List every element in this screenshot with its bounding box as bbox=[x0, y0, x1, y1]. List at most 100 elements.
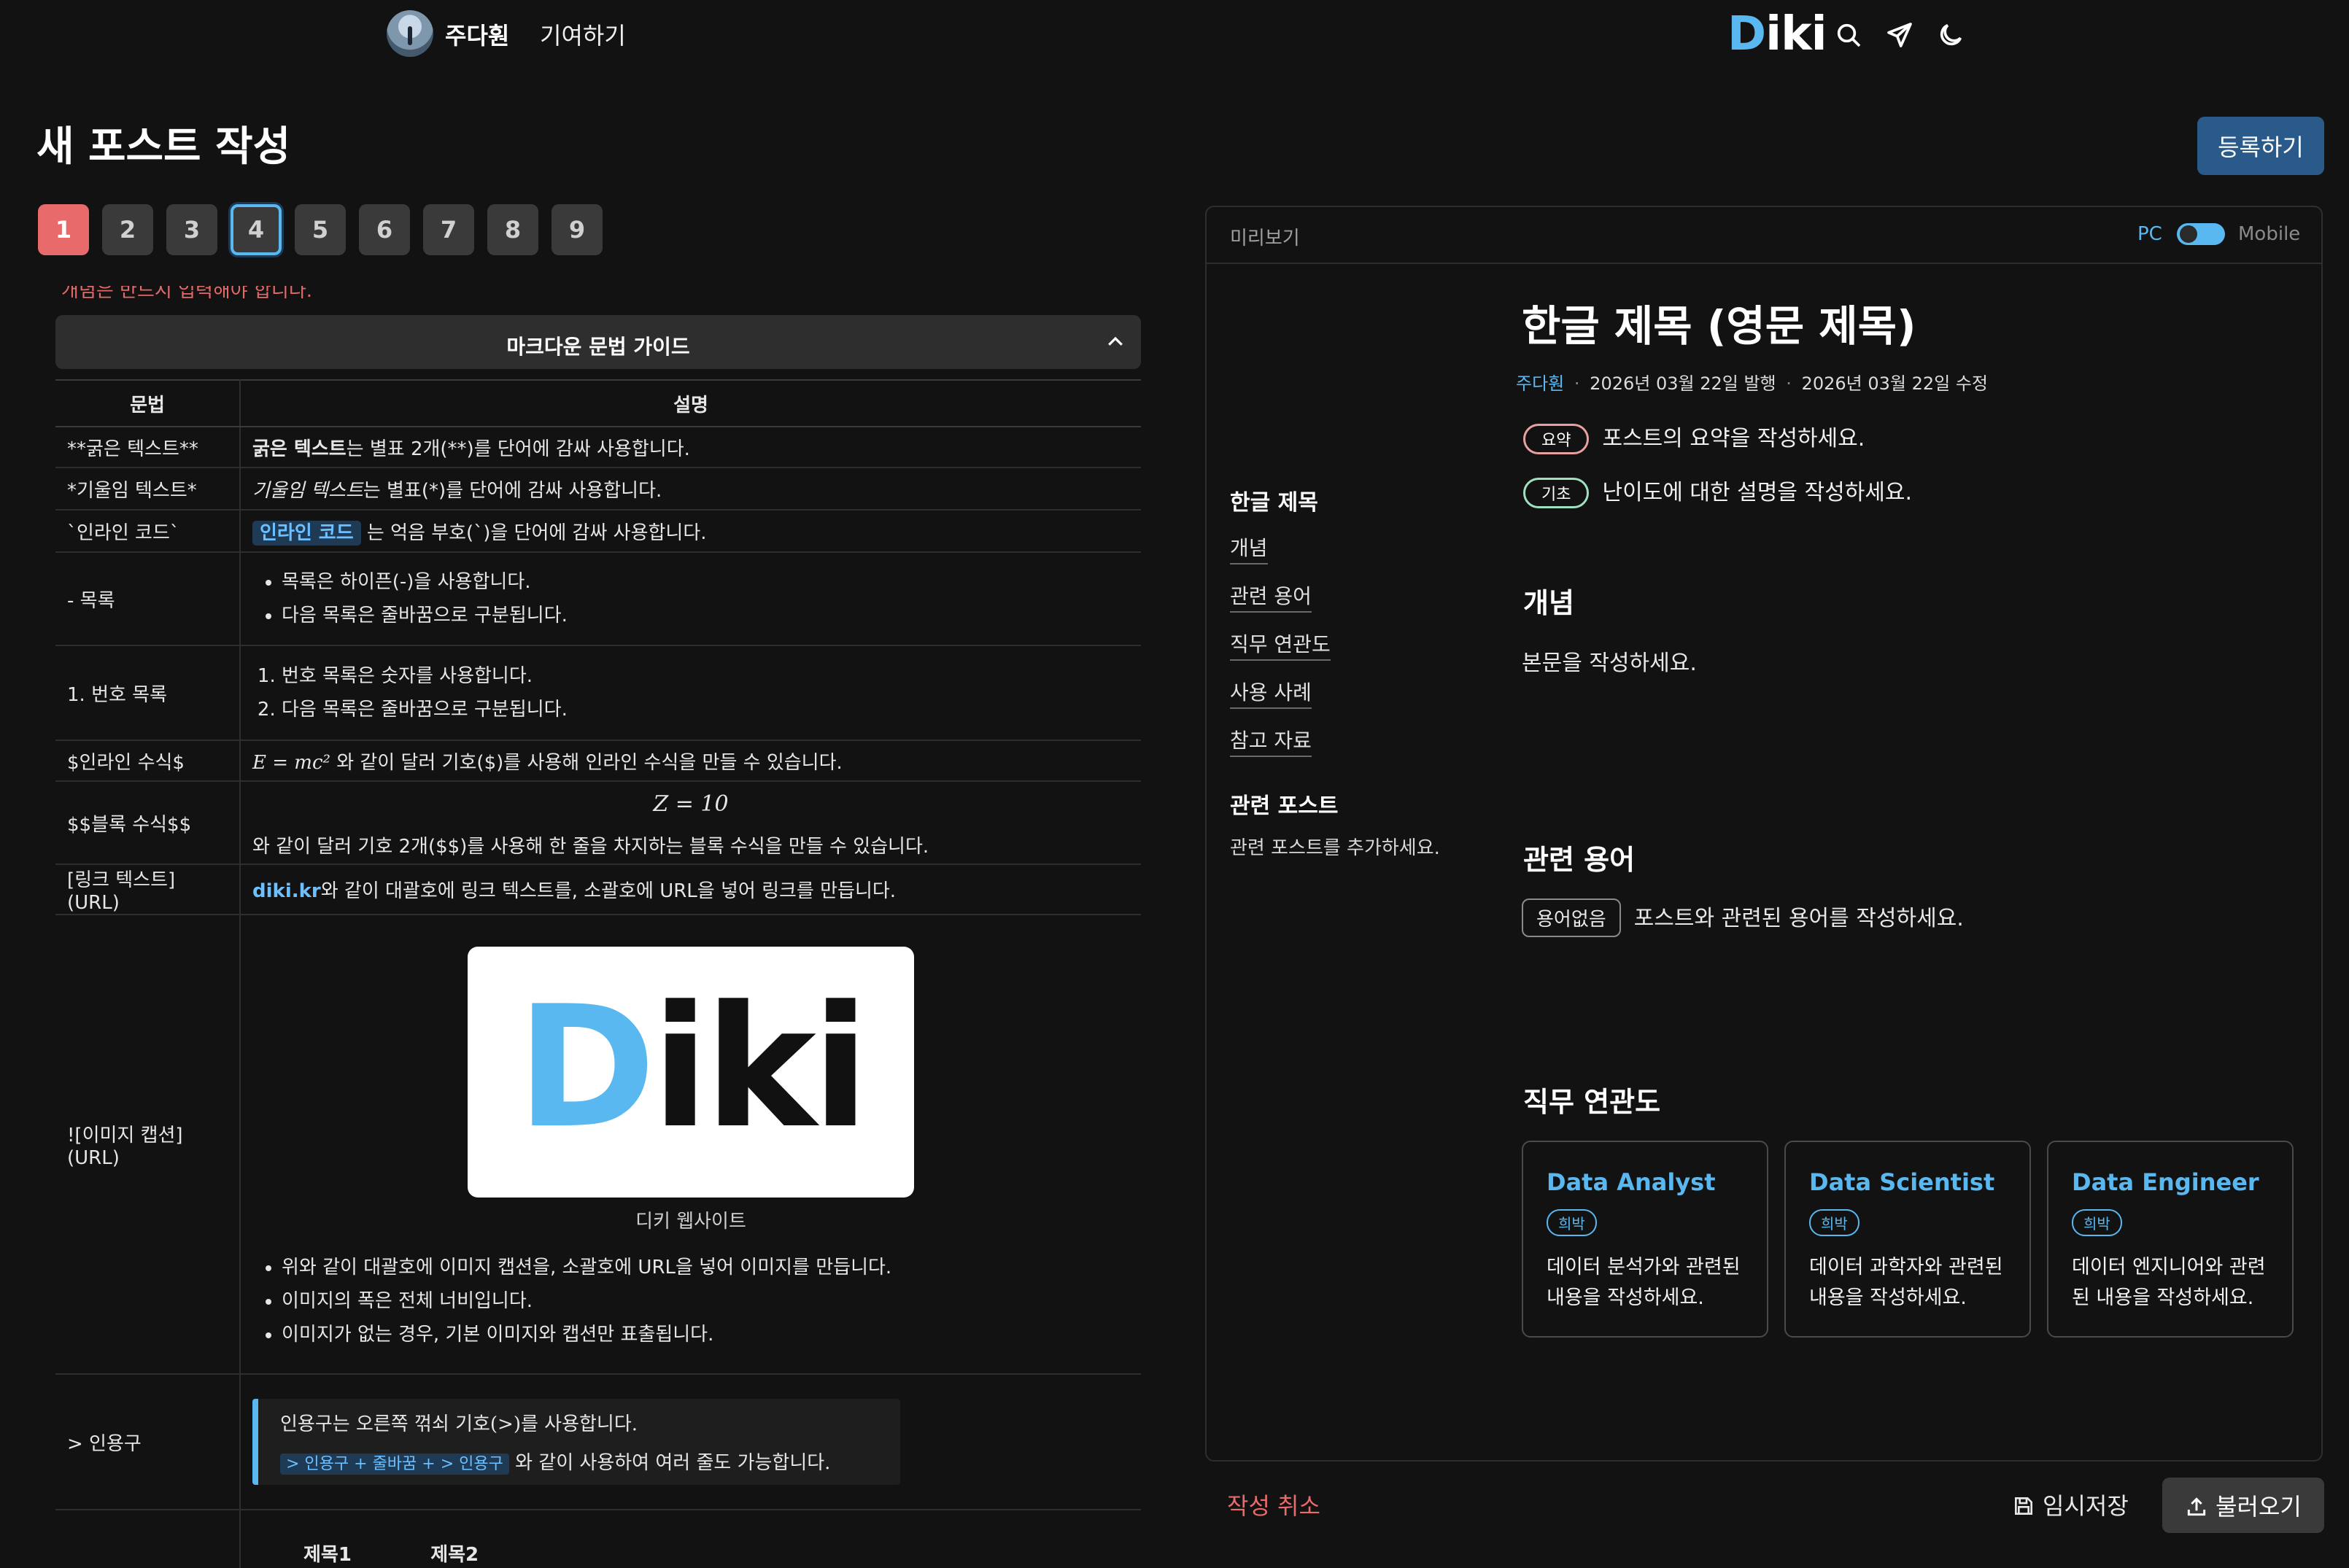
desc-cell: 기울임 텍스트는 별표(*)를 단어에 감싸 사용합니다. bbox=[240, 467, 1141, 511]
job-level-badge: 희박 bbox=[2072, 1209, 2122, 1236]
italic-example: 기울임 텍스트 bbox=[252, 479, 363, 502]
post-modified: 2026년 03월 22일 수정 bbox=[1801, 373, 1988, 394]
job-title: Data Engineer bbox=[2072, 1168, 2259, 1196]
related-posts-heading: 관련 포스트 bbox=[1230, 793, 1339, 819]
desc-text: 는 별표(*)를 단어에 감싸 사용합니다. bbox=[363, 479, 662, 502]
step-3[interactable]: 3 bbox=[166, 204, 217, 255]
job-title: Data Analyst bbox=[1547, 1168, 1716, 1196]
jobs-heading: 직무 연관도 bbox=[1523, 1086, 1661, 1118]
table-example-header: 제목2 bbox=[430, 1544, 479, 1566]
desc-cell: E = mc² 와 같이 달러 기호($)를 사용해 인라인 수식을 만들 수 … bbox=[240, 740, 1141, 782]
syntax-cell: [링크 텍스트](URL) bbox=[55, 864, 241, 915]
syntax-cell: ![이미지 캡션](URL) bbox=[55, 915, 241, 1375]
terms-heading: 관련 용어 bbox=[1523, 844, 1636, 876]
col-desc: 설명 bbox=[240, 379, 1141, 427]
draft-save-label: 임시저장 bbox=[2043, 1492, 2129, 1520]
image-caption: 디키 웹사이트 bbox=[635, 1210, 746, 1233]
job-desc: 데이터 과학자와 관련된 내용을 작성하세요. bbox=[1809, 1256, 2003, 1309]
summary-row: 요약 포스트의 요약을 작성하세요. bbox=[1523, 420, 1865, 454]
quote-example: 인용구는 오른쪽 꺾쇠 기호(>)를 사용합니다. > 인용구 + 줄바꿈 + … bbox=[252, 1399, 900, 1485]
syntax-cell: `인라인 코드` bbox=[55, 510, 241, 553]
toc-item-concept[interactable]: 개념 bbox=[1230, 532, 1268, 564]
desc-text: 는 억음 부호(`)을 단어에 감싸 사용합니다. bbox=[360, 521, 707, 544]
syntax-cell: 1. 번호 목록 bbox=[55, 645, 241, 741]
syntax-cell: *기울임 텍스트* bbox=[55, 467, 241, 511]
job-card-analyst: Data Analyst 희박 데이터 분석가와 관련된 내용을 작성하세요. bbox=[1522, 1141, 1768, 1338]
desc-cell: 제목1 제목2 bbox=[240, 1510, 1141, 1568]
send-icon[interactable] bbox=[1885, 20, 1914, 50]
table-row: `인라인 코드` 인라인 코드 는 억음 부호(`)을 단어에 감싸 사용합니다… bbox=[55, 510, 1141, 553]
moon-icon[interactable] bbox=[1936, 20, 1965, 50]
summary-tag: 요약 bbox=[1523, 424, 1590, 454]
terms-row: 용어없음 포스트와 관련된 용어를 작성하세요. bbox=[1522, 899, 1964, 937]
pc-label[interactable]: PC bbox=[2137, 223, 2162, 245]
desc-cell: Z = 10 와 같이 달러 기호 2개($$)를 사용해 한 줄을 차지하는 … bbox=[240, 781, 1141, 865]
terms-text: 포스트와 관련된 용어를 작성하세요. bbox=[1633, 906, 1964, 931]
list-item: 다음 목록은 줄바꿈으로 구분됩니다. bbox=[282, 599, 1129, 632]
step-5[interactable]: 5 bbox=[295, 204, 346, 255]
markdown-guide-table-wrap: 문법 설명 **굵은 텍스트** 굵은 텍스트는 별표 2개(**)를 단어에 … bbox=[0, 369, 1142, 1568]
toc-item-jobs[interactable]: 직무 연관도 bbox=[1230, 629, 1331, 661]
toc-item-references[interactable]: 참고 자료 bbox=[1230, 725, 1312, 757]
desc-cell: 목록은 하이픈(-)을 사용합니다. 다음 목록은 줄바꿈으로 구분됩니다. bbox=[240, 552, 1141, 646]
mobile-label[interactable]: Mobile bbox=[2238, 223, 2300, 245]
avatar[interactable] bbox=[387, 10, 433, 57]
nav-contribute-link[interactable]: 기여하기 bbox=[540, 18, 626, 51]
col-syntax: 문법 bbox=[55, 379, 241, 427]
load-label: 불러오기 bbox=[2216, 1494, 2302, 1520]
table-row: $$블록 수식$$ Z = 10 와 같이 달러 기호 2개($$)를 사용해 … bbox=[55, 781, 1141, 865]
table-example-header: 제목1 bbox=[303, 1544, 352, 1566]
step-1[interactable]: 1 bbox=[38, 204, 89, 255]
desc-text: 와 같이 대괄호에 링크 텍스트를, 소괄호에 URL을 넣어 링크를 만듭니다… bbox=[320, 880, 897, 902]
inline-code-example: 인라인 코드 bbox=[252, 520, 361, 546]
step-2[interactable]: 2 bbox=[102, 204, 153, 255]
toc-item-terms[interactable]: 관련 용어 bbox=[1230, 581, 1312, 613]
step-4[interactable]: 4 bbox=[231, 204, 282, 255]
markdown-guide-toggle[interactable]: 마크다운 문법 가이드 bbox=[55, 315, 1141, 369]
list-item: 이미지가 없는 경우, 기본 이미지와 캡션만 표출됩니다. bbox=[282, 1318, 1129, 1351]
load-button[interactable]: 불러오기 bbox=[2162, 1478, 2324, 1533]
desc-text: 와 같이 달러 기호($)를 사용해 인라인 수식을 만들 수 있습니다. bbox=[330, 751, 843, 774]
submit-button[interactable]: 등록하기 bbox=[2197, 117, 2324, 175]
level-text: 난이도에 대한 설명을 작성하세요. bbox=[1602, 480, 1913, 505]
syntax-cell: - 목록 bbox=[55, 552, 241, 646]
quote-code: > 인용구 + 줄바꿈 + > 인용구 bbox=[280, 1453, 509, 1475]
step-8[interactable]: 8 bbox=[487, 204, 538, 255]
job-card-engineer: Data Engineer 희박 데이터 엔지니어와 관련된 내용을 작성하세요… bbox=[2047, 1141, 2294, 1338]
table-row: ![이미지 캡션](URL) Diki 디키 웹사이트 위와 같이 대괄호에 이… bbox=[55, 915, 1141, 1375]
table-row: [링크 텍스트](URL) diki.kr와 같이 대괄호에 링크 텍스트를, … bbox=[55, 864, 1141, 915]
table-row: **굵은 텍스트** 굵은 텍스트는 별표 2개(**)를 단어에 감싸 사용합… bbox=[55, 427, 1141, 468]
table-row: 1. 번호 목록 번호 목록은 숫자를 사용합니다. 다음 목록은 줄바꿈으로 … bbox=[55, 645, 1141, 741]
summary-text: 포스트의 요약을 작성하세요. bbox=[1602, 426, 1865, 451]
markdown-guide-table: 문법 설명 **굵은 텍스트** 굵은 텍스트는 별표 2개(**)를 단어에 … bbox=[55, 379, 1141, 1568]
toc-heading: 한글 제목 bbox=[1230, 490, 1318, 516]
desc-text: 는 별표 2개(**)를 단어에 감싸 사용합니다. bbox=[346, 438, 690, 460]
job-desc: 데이터 엔지니어와 관련된 내용을 작성하세요. bbox=[2072, 1256, 2266, 1309]
scroll-cutoff: 개념은 반드시 입력해야 합니다. bbox=[53, 286, 1142, 311]
page-title: 새 포스트 작성 bbox=[36, 123, 291, 171]
job-level-badge: 희박 bbox=[1547, 1209, 1597, 1236]
step-7[interactable]: 7 bbox=[423, 204, 474, 255]
link-example[interactable]: diki.kr bbox=[252, 880, 321, 902]
desc-cell: 굵은 텍스트는 별표 2개(**)를 단어에 감싸 사용합니다. bbox=[240, 427, 1141, 468]
list-item: 목록은 하이픈(-)을 사용합니다. bbox=[282, 565, 1129, 599]
term-pill[interactable]: 용어없음 bbox=[1522, 899, 1621, 937]
diki-logo-image: Diki bbox=[468, 946, 914, 1198]
toggle-knob bbox=[2180, 225, 2197, 243]
site-logo[interactable]: Diki bbox=[1727, 7, 1827, 61]
step-9[interactable]: 9 bbox=[552, 204, 603, 255]
save-icon bbox=[2015, 1497, 2032, 1515]
cancel-button[interactable]: 작성 취소 bbox=[1227, 1488, 1320, 1521]
list-item: 번호 목록은 숫자를 사용합니다. bbox=[282, 659, 1129, 693]
syntax-cell: **굵은 텍스트** bbox=[55, 427, 241, 468]
search-icon[interactable] bbox=[1834, 20, 1863, 50]
post-author[interactable]: 주다훤 bbox=[1516, 373, 1564, 394]
step-6[interactable]: 6 bbox=[359, 204, 410, 255]
nav-user-name[interactable]: 주다훤 bbox=[445, 18, 509, 51]
toc-item-usecases[interactable]: 사용 사례 bbox=[1230, 677, 1312, 709]
draft-save-button[interactable]: 임시저장 bbox=[2012, 1488, 2129, 1521]
pc-mobile-toggle[interactable] bbox=[2177, 223, 2225, 245]
syntax-cell bbox=[55, 1510, 241, 1568]
list-item: 다음 목록은 줄바꿈으로 구분됩니다. bbox=[282, 693, 1129, 726]
desc-text: 와 같이 달러 기호 2개($$)를 사용해 한 줄을 차지하는 블록 수식을 … bbox=[252, 836, 929, 858]
